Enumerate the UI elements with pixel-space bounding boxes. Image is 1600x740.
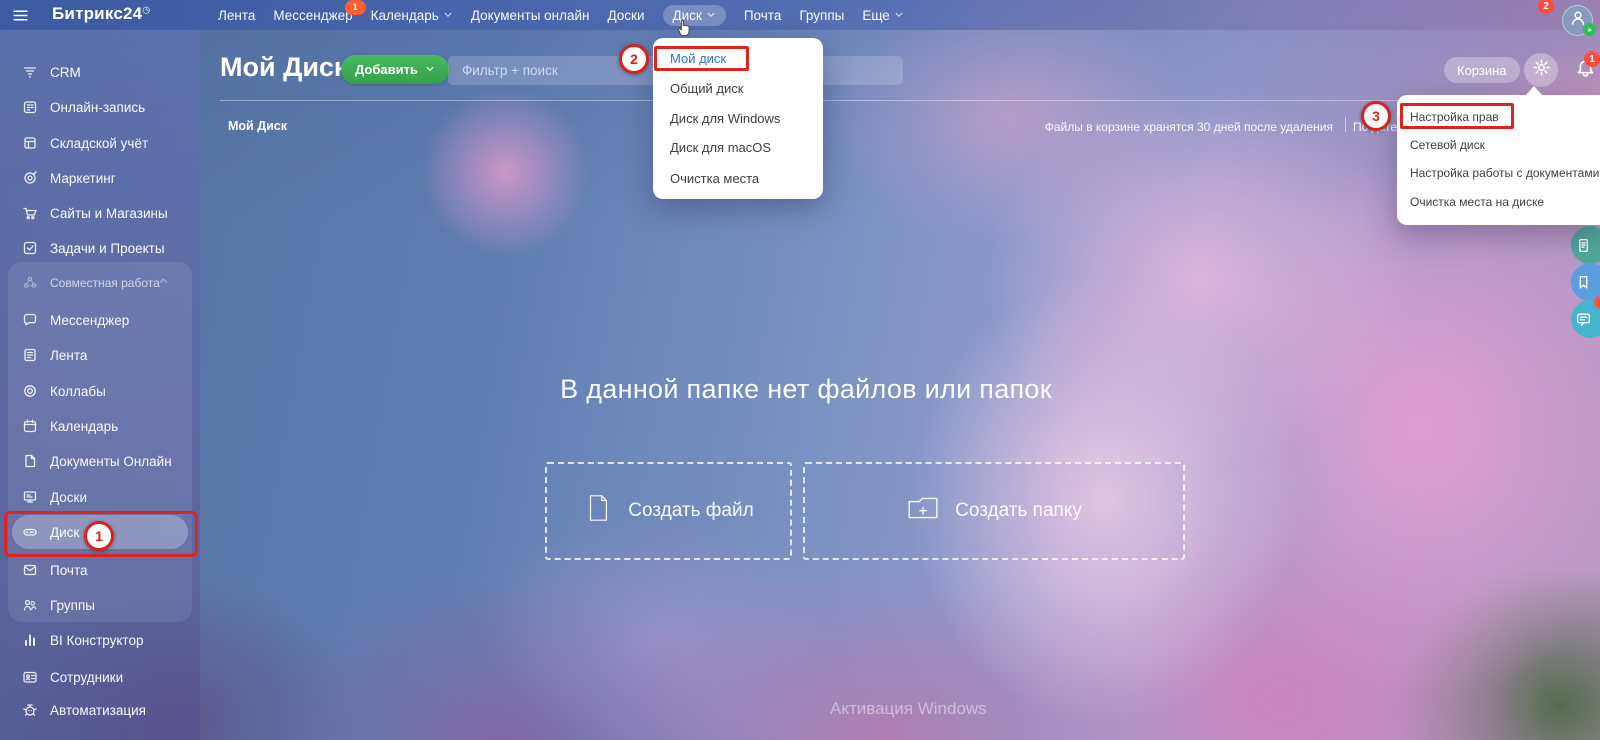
booking-icon — [22, 99, 38, 115]
nav-item-drive[interactable]: Диск — [663, 5, 726, 26]
page-title: Мой Диск — [220, 52, 347, 83]
annotation-marker-3: 3 — [1361, 101, 1391, 131]
nav-item-calendar[interactable]: Календарь — [371, 8, 453, 23]
sidebar-item-collabs[interactable]: Коллабы — [12, 374, 188, 408]
video-play-badge[interactable] — [1583, 23, 1596, 36]
edge-chat-badge — [1594, 296, 1600, 309]
menu-item-drive-macos[interactable]: Диск для macOS — [670, 138, 771, 158]
mail-icon — [22, 562, 38, 578]
app-logo[interactable]: Битрикс24◷ — [52, 4, 150, 24]
board-icon — [22, 489, 38, 505]
sidebar-item-marketing[interactable]: Маркетинг — [12, 161, 188, 195]
sidebar-section-collaboration[interactable]: Совместная работа — [12, 266, 188, 300]
annotation-marker-2: 2 — [619, 44, 649, 74]
calendar-icon — [22, 418, 38, 434]
notifications-badge: 1 — [1584, 51, 1600, 67]
sidebar-item-docs-online[interactable]: Документы Онлайн — [12, 444, 188, 478]
toolbar-divider — [1345, 117, 1346, 132]
chevron-down-icon — [894, 8, 904, 23]
sidebar-item-mail[interactable]: Почта — [12, 553, 188, 587]
sidebar-item-boards[interactable]: Доски — [12, 480, 188, 514]
menu-item-shared-drive[interactable]: Общий диск — [670, 79, 743, 99]
warehouse-icon — [22, 135, 38, 151]
empty-folder-message: В данной папке нет файлов или папок — [560, 374, 1052, 405]
menu-item-clean-space[interactable]: Очистка места — [670, 169, 759, 189]
sidebar-item-warehouse[interactable]: Складской учёт — [12, 126, 188, 160]
robot-icon — [22, 702, 38, 718]
collab-icon — [22, 275, 38, 291]
folder-plus-icon — [906, 491, 940, 531]
sidebar-item-feed[interactable]: Лента — [12, 338, 188, 372]
create-folder-button[interactable]: Создать папку — [803, 462, 1185, 560]
gear-icon — [1532, 58, 1551, 82]
chat-lines-icon — [1575, 311, 1592, 328]
sidebar-item-messenger[interactable]: Мессенджер — [12, 303, 188, 337]
chevron-down-icon — [425, 62, 435, 77]
collabs-icon — [22, 383, 38, 399]
app-logo-text: Битрикс24 — [52, 4, 142, 23]
add-button[interactable]: Добавить — [341, 55, 449, 84]
top-nav: Лента Мессенджер1 Календарь Документы он… — [218, 0, 904, 30]
menu-item-document-settings[interactable]: Настройка работы с документами — [1410, 163, 1599, 183]
chevron-up-icon — [158, 275, 174, 291]
feed-icon — [22, 347, 38, 363]
sidebar-item-tasks-projects[interactable]: Задачи и Проекты — [12, 231, 188, 265]
sidebar-item-sites-stores[interactable]: Сайты и Магазины — [12, 196, 188, 230]
nav-item-feed[interactable]: Лента — [218, 8, 255, 23]
sidebar-item-automation[interactable]: Автоматизация — [12, 693, 188, 727]
chart-icon — [22, 632, 38, 648]
funnel-icon — [22, 64, 38, 80]
chat-icon — [22, 312, 38, 328]
file-icon — [583, 493, 613, 529]
check-square-icon — [22, 240, 38, 256]
annotation-box-my-drive — [654, 46, 749, 71]
sidebar-item-bi-constructor[interactable]: BI Конструктор — [12, 623, 188, 657]
mouse-cursor — [676, 17, 693, 42]
nav-item-boards[interactable]: Доски — [608, 8, 645, 23]
settings-button[interactable] — [1524, 53, 1558, 87]
top-bar: Битрикс24◷ Лента Мессенджер1 Календарь Д… — [0, 0, 1600, 30]
annotation-marker-1: 1 — [84, 521, 114, 551]
cart-icon — [22, 205, 38, 221]
messenger-badge: 1 — [345, 0, 366, 15]
bitrix24-drive-page: Битрикс24◷ Лента Мессенджер1 Календарь Д… — [0, 0, 1600, 740]
sidebar-item-groups[interactable]: Группы — [12, 588, 188, 622]
sidebar-item-calendar[interactable]: Календарь — [12, 409, 188, 443]
create-file-button[interactable]: Создать файл — [545, 462, 792, 560]
bookmark-icon — [1575, 274, 1592, 291]
menu-item-network-drive[interactable]: Сетевой диск — [1410, 135, 1485, 155]
sidebar-item-employees[interactable]: Сотрудники — [12, 660, 188, 694]
play-icon — [1586, 21, 1594, 39]
annotation-box-permissions — [1400, 103, 1514, 129]
sidebar: CRM Онлайн-запись Складской учёт Маркети… — [0, 30, 200, 740]
sidebar-item-crm[interactable]: CRM — [12, 55, 188, 89]
people-icon — [22, 597, 38, 613]
document-lines-icon — [1575, 237, 1592, 254]
nav-item-mail[interactable]: Почта — [744, 8, 782, 23]
windows-activation-watermark: Активация Windows — [830, 699, 987, 719]
target-icon — [22, 170, 38, 186]
nav-item-more[interactable]: Еще — [862, 8, 903, 23]
trash-button[interactable]: Корзина — [1444, 57, 1520, 83]
hamburger-icon[interactable] — [12, 7, 29, 29]
clock-icon: ◷ — [142, 4, 150, 14]
menu-item-clean-drive-space[interactable]: Очистка места на диске — [1410, 192, 1544, 212]
menu-item-drive-windows[interactable]: Диск для Windows — [670, 109, 780, 129]
nav-item-docs-online[interactable]: Документы онлайн — [471, 8, 590, 23]
nav-item-groups[interactable]: Группы — [799, 8, 844, 23]
chevron-down-icon — [443, 8, 453, 23]
nav-item-messenger[interactable]: Мессенджер1 — [273, 8, 352, 23]
header-divider — [220, 100, 1600, 101]
trash-retention-note: Файлы в корзине хранятся 30 дней после у… — [1045, 120, 1333, 134]
chevron-down-icon — [706, 8, 716, 23]
sidebar-item-online-booking[interactable]: Онлайн-запись — [12, 90, 188, 124]
id-badge-icon — [22, 669, 38, 685]
breadcrumb[interactable]: Мой Диск — [228, 119, 287, 133]
document-icon — [22, 453, 38, 469]
